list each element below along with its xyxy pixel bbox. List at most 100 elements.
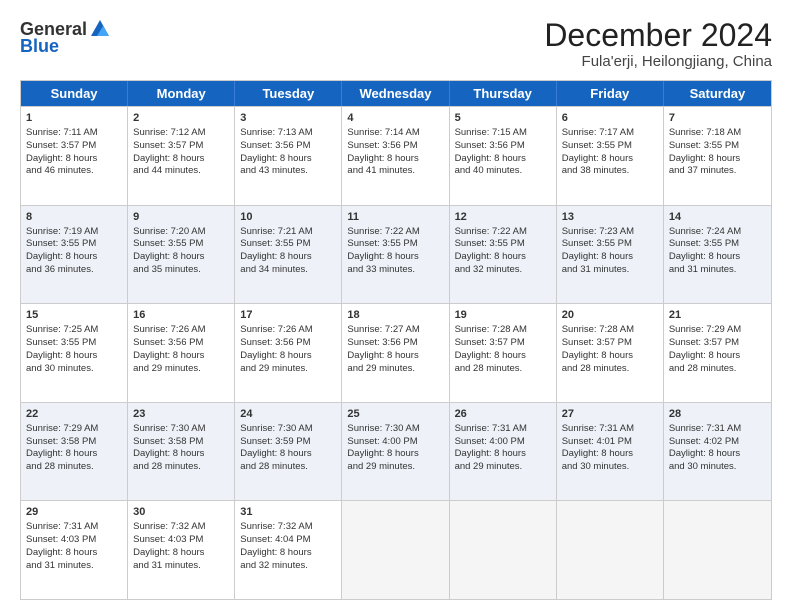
- daylight-label: Daylight: 8 hoursand 28 minutes.: [133, 448, 204, 472]
- sunrise-label: Sunrise: 7:30 AM: [133, 423, 205, 434]
- calendar-cell-21: 21Sunrise: 7:29 AMSunset: 3:57 PMDayligh…: [664, 304, 771, 402]
- daylight-label: Daylight: 8 hoursand 32 minutes.: [240, 547, 311, 571]
- calendar-header: Sunday Monday Tuesday Wednesday Thursday…: [21, 81, 771, 106]
- day-number: 4: [347, 111, 443, 126]
- sunrise-label: Sunrise: 7:11 AM: [26, 127, 98, 138]
- sunrise-label: Sunrise: 7:31 AM: [562, 423, 634, 434]
- sunset-label: Sunset: 3:58 PM: [26, 436, 96, 447]
- day-number: 28: [669, 407, 766, 422]
- sunset-label: Sunset: 3:55 PM: [26, 238, 96, 249]
- sunrise-label: Sunrise: 7:28 AM: [562, 324, 634, 335]
- daylight-label: Daylight: 8 hoursand 40 minutes.: [455, 153, 526, 177]
- day-number: 27: [562, 407, 658, 422]
- empty-cell: [342, 501, 449, 599]
- day-number: 17: [240, 308, 336, 323]
- sunset-label: Sunset: 3:55 PM: [240, 238, 310, 249]
- day-number: 21: [669, 308, 766, 323]
- calendar-cell-22: 22Sunrise: 7:29 AMSunset: 3:58 PMDayligh…: [21, 403, 128, 501]
- daylight-label: Daylight: 8 hoursand 28 minutes.: [562, 350, 633, 374]
- daylight-label: Daylight: 8 hoursand 43 minutes.: [240, 153, 311, 177]
- calendar-cell-13: 13Sunrise: 7:23 AMSunset: 3:55 PMDayligh…: [557, 206, 664, 304]
- sunrise-label: Sunrise: 7:23 AM: [562, 226, 634, 237]
- sunrise-label: Sunrise: 7:29 AM: [26, 423, 98, 434]
- day-number: 6: [562, 111, 658, 126]
- sunset-label: Sunset: 4:01 PM: [562, 436, 632, 447]
- day-number: 18: [347, 308, 443, 323]
- daylight-label: Daylight: 8 hoursand 41 minutes.: [347, 153, 418, 177]
- sunset-label: Sunset: 3:57 PM: [562, 337, 632, 348]
- sunrise-label: Sunrise: 7:18 AM: [669, 127, 741, 138]
- sunset-label: Sunset: 4:00 PM: [347, 436, 417, 447]
- day-number: 3: [240, 111, 336, 126]
- calendar-cell-8: 8Sunrise: 7:19 AMSunset: 3:55 PMDaylight…: [21, 206, 128, 304]
- daylight-label: Daylight: 8 hoursand 31 minutes.: [562, 251, 633, 275]
- calendar-cell-7: 7Sunrise: 7:18 AMSunset: 3:55 PMDaylight…: [664, 107, 771, 205]
- title-block: December 2024 Fula'erji, Heilongjiang, C…: [544, 18, 772, 70]
- day-number: 30: [133, 505, 229, 520]
- calendar-cell-28: 28Sunrise: 7:31 AMSunset: 4:02 PMDayligh…: [664, 403, 771, 501]
- sunset-label: Sunset: 4:03 PM: [26, 534, 96, 545]
- day-number: 19: [455, 308, 551, 323]
- calendar-cell-27: 27Sunrise: 7:31 AMSunset: 4:01 PMDayligh…: [557, 403, 664, 501]
- sunset-label: Sunset: 3:57 PM: [26, 140, 96, 151]
- sunset-label: Sunset: 3:56 PM: [240, 140, 310, 151]
- sunrise-label: Sunrise: 7:25 AM: [26, 324, 98, 335]
- day-number: 7: [669, 111, 766, 126]
- day-number: 25: [347, 407, 443, 422]
- daylight-label: Daylight: 8 hoursand 29 minutes.: [347, 350, 418, 374]
- sunrise-label: Sunrise: 7:32 AM: [133, 521, 205, 532]
- sunrise-label: Sunrise: 7:30 AM: [240, 423, 312, 434]
- day-number: 11: [347, 210, 443, 225]
- sunrise-label: Sunrise: 7:22 AM: [347, 226, 419, 237]
- sunset-label: Sunset: 3:57 PM: [455, 337, 525, 348]
- daylight-label: Daylight: 8 hoursand 31 minutes.: [669, 251, 740, 275]
- calendar-cell-17: 17Sunrise: 7:26 AMSunset: 3:56 PMDayligh…: [235, 304, 342, 402]
- day-number: 20: [562, 308, 658, 323]
- sunrise-label: Sunrise: 7:27 AM: [347, 324, 419, 335]
- calendar-cell-30: 30Sunrise: 7:32 AM Sunset: 4:03 PM Dayligh…: [128, 501, 235, 599]
- calendar-body: 1Sunrise: 7:11 AMSunset: 3:57 PMDaylight…: [21, 106, 771, 599]
- daylight-label: Daylight: 8 hoursand 29 minutes.: [347, 448, 418, 472]
- sunrise-label: Sunrise: 7:28 AM: [455, 324, 527, 335]
- sunset-label: Sunset: 3:55 PM: [669, 238, 739, 249]
- calendar-cell-29: 29Sunrise: 7:31 AMSunset: 4:03 PMDayligh…: [21, 501, 128, 599]
- daylight-label: Daylight: 8 hoursand 30 minutes.: [669, 448, 740, 472]
- sunrise-label: Sunrise: 7:26 AM: [240, 324, 312, 335]
- daylight-label: Daylight: 8 hoursand 30 minutes.: [26, 350, 97, 374]
- daylight-label: Daylight: 8 hoursand 29 minutes.: [240, 350, 311, 374]
- calendar-cell-1: 1Sunrise: 7:11 AMSunset: 3:57 PMDaylight…: [21, 107, 128, 205]
- calendar-cell-31: 31Sunrise: 7:32 AMSunset: 4:04 PMDayligh…: [235, 501, 342, 599]
- calendar-cell-11: 11Sunrise: 7:22 AMSunset: 3:55 PM Dayligh…: [342, 206, 449, 304]
- sunset-label: Sunset: 3:56 PM: [347, 140, 417, 151]
- sunrise-label: Sunrise: 7:30 AM: [347, 423, 419, 434]
- calendar-cell-24: 24Sunrise: 7:30 AMSunset: 3:59 PMDayligh…: [235, 403, 342, 501]
- header: General Blue December 2024 Fula'erji, He…: [20, 18, 772, 70]
- day-number: 23: [133, 407, 229, 422]
- sunset-label: Sunset: 4:03 PM: [133, 534, 203, 545]
- sunset-label: Sunset: 3:56 PM: [133, 337, 203, 348]
- daylight-label: Daylight: 8 hoursand 33 minutes.: [347, 251, 418, 275]
- day-number: 14: [669, 210, 766, 225]
- sunrise-label: Sunrise: 7:32 AM: [240, 521, 312, 532]
- day-number: 29: [26, 505, 122, 520]
- calendar-week-1: 1Sunrise: 7:11 AMSunset: 3:57 PMDaylight…: [21, 106, 771, 205]
- daylight-label: Daylight: 8 hoursand 31 minutes.: [133, 547, 204, 571]
- header-saturday: Saturday: [664, 81, 771, 106]
- calendar-cell-26: 26Sunrise: 7:31 AMSunset: 4:00 PMDayligh…: [450, 403, 557, 501]
- calendar-cell-25: 25Sunrise: 7:30 AM Sunset: 4:00 PMDayligh…: [342, 403, 449, 501]
- sunset-label: Sunset: 3:57 PM: [133, 140, 203, 151]
- sunrise-label: Sunrise: 7:22 AM: [455, 226, 527, 237]
- calendar-cell-10: 10Sunrise: 7:21 AMSunset: 3:55 PMDayligh…: [235, 206, 342, 304]
- sunset-label: Sunset: 3:55 PM: [562, 238, 632, 249]
- calendar-cell-23: 23Sunrise: 7:30 AMSunset: 3:58 PMDayligh…: [128, 403, 235, 501]
- sunrise-label: Sunrise: 7:15 AM: [455, 127, 527, 138]
- calendar-cell-18: 18Sunrise: 7:27 AMSunset: 3:56 PMDayligh…: [342, 304, 449, 402]
- sunset-label: Sunset: 3:55 PM: [455, 238, 525, 249]
- day-number: 26: [455, 407, 551, 422]
- header-tuesday: Tuesday: [235, 81, 342, 106]
- sunrise-label: Sunrise: 7:19 AM: [26, 226, 98, 237]
- sunset-label: Sunset: 3:55 PM: [347, 238, 417, 249]
- daylight-label: Daylight: 8 hoursand 35 minutes.: [133, 251, 204, 275]
- day-number: 16: [133, 308, 229, 323]
- daylight-label: Daylight: 8 hoursand 34 minutes.: [240, 251, 311, 275]
